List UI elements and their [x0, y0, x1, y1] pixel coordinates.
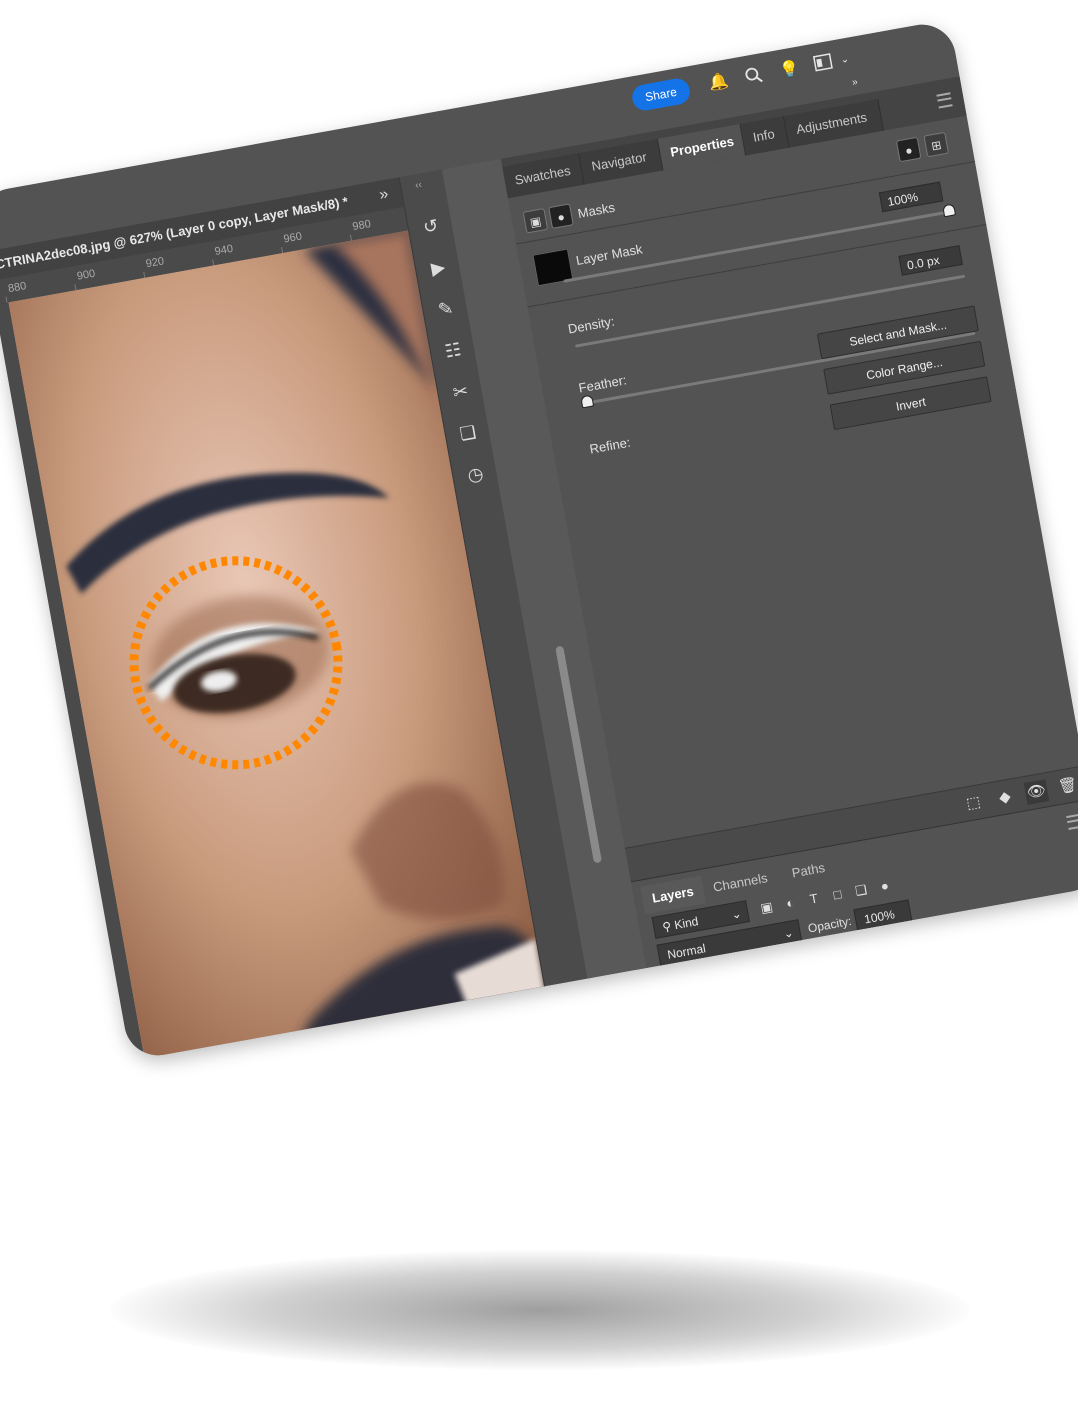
layer-mask-icon[interactable]: ●	[548, 203, 574, 229]
tab-paths[interactable]: Paths	[780, 852, 837, 889]
collapse-panels-icon[interactable]: »	[843, 71, 866, 94]
refine-label: Refine:	[588, 434, 632, 457]
play-action-icon[interactable]: ▶	[420, 249, 457, 286]
device-shadow	[110, 1250, 970, 1370]
workspace-icon[interactable]	[812, 53, 835, 76]
bell-icon[interactable]: 🔔	[707, 71, 731, 94]
scissors-icon[interactable]: ✂	[442, 373, 479, 410]
add-vector-mask-icon[interactable]: ⊞	[923, 131, 950, 158]
history-icon[interactable]: ◷	[457, 456, 494, 493]
ruler-label: 960	[282, 230, 303, 246]
trash-icon[interactable]: 🗑	[1055, 774, 1078, 800]
chevron-down-icon: ⌄	[782, 925, 795, 941]
shape-filter-icon[interactable]: □	[827, 884, 848, 905]
panel-menu-icon[interactable]	[936, 92, 953, 109]
ruler-label: 940	[213, 242, 234, 258]
slider-knob[interactable]	[580, 394, 595, 409]
eye-icon[interactable]: 👁	[1023, 779, 1050, 805]
smart-object-filter-icon[interactable]: ❏	[851, 880, 872, 901]
feather-value-field[interactable]: 0.0 px	[898, 245, 963, 276]
tab-adjustments[interactable]: Adjustments	[783, 99, 884, 148]
feather-label: Feather:	[577, 372, 628, 396]
layers-menu-icon[interactable]	[1066, 813, 1078, 830]
lightbulb-icon[interactable]: 💡	[778, 59, 801, 82]
search-icon[interactable]	[743, 65, 766, 88]
add-pixel-mask-icon[interactable]: ●	[895, 136, 922, 163]
brush-settings-icon[interactable]: ✎	[427, 290, 464, 327]
tab-info[interactable]: Info	[740, 116, 790, 156]
ruler-label: 900	[76, 267, 97, 283]
history-brush-icon[interactable]: ↺	[412, 208, 449, 245]
layer-mask-label: Layer Mask	[574, 241, 644, 269]
ruler-label: 920	[144, 255, 166, 271]
share-button[interactable]: Share	[630, 76, 692, 113]
mask-density-percent-field[interactable]: 100%	[878, 181, 944, 213]
filter-toggle-icon[interactable]: ●	[874, 876, 895, 897]
tab-navigator[interactable]: Navigator	[579, 138, 664, 185]
apply-mask-icon[interactable]: ◆	[992, 785, 1018, 811]
adjustment-filter-icon[interactable]: ◐	[780, 893, 801, 914]
chevron-down-icon[interactable]: ⌄	[833, 49, 856, 72]
tab-swatches[interactable]: Swatches	[502, 152, 585, 199]
tab-properties[interactable]: Properties	[657, 123, 747, 171]
density-label: Density:	[566, 313, 616, 337]
ruler-label: 880	[7, 280, 28, 296]
masks-label: Masks	[576, 199, 617, 222]
image-filter-icon[interactable]: ▣	[756, 897, 777, 918]
photoshop-window: Share 🔔 💡 ⌄ » CTRINA2dec08.jpg @ 627% (L…	[0, 19, 1078, 1061]
search-icon: ⚲	[661, 918, 673, 935]
ruler-label: 980	[351, 218, 372, 234]
opacity-field[interactable]: 100%	[853, 899, 913, 931]
collapse-icon[interactable]: ‹‹	[414, 179, 423, 191]
pixel-mask-icon[interactable]: ▣	[522, 207, 549, 234]
layer-comps-icon[interactable]: ❏	[449, 414, 486, 451]
type-filter-icon[interactable]: T	[803, 889, 824, 910]
opacity-label: Opacity:	[806, 913, 853, 936]
load-selection-icon[interactable]: ⬚	[961, 791, 987, 817]
clone-source-icon[interactable]: ☷	[434, 332, 471, 369]
slider-knob[interactable]	[942, 203, 957, 218]
chevron-down-icon: ⌄	[730, 906, 743, 922]
